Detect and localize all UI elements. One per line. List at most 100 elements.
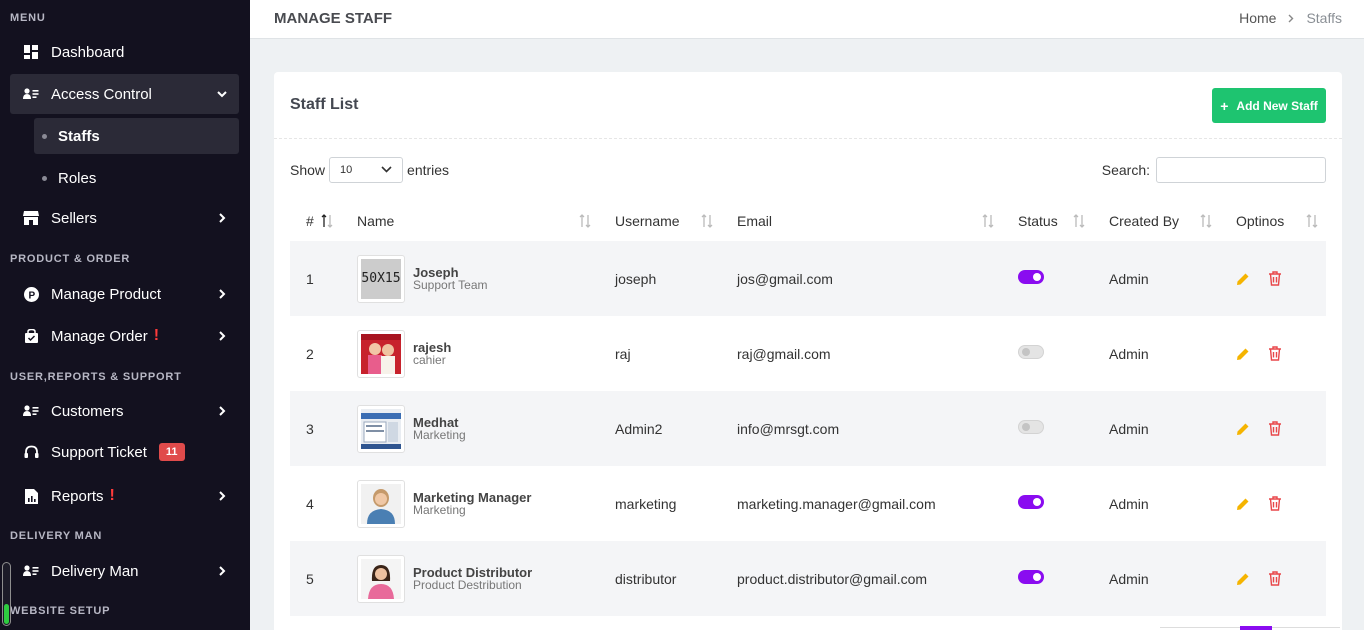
chevron-down-icon <box>381 164 392 176</box>
chevron-right-icon <box>215 211 229 225</box>
edit-pencil-icon[interactable] <box>1236 572 1250 586</box>
delete-trash-icon[interactable] <box>1268 421 1282 436</box>
staff-username: distributor <box>599 541 721 616</box>
staff-role: Marketing <box>413 427 466 442</box>
created-by: Admin <box>1093 391 1220 466</box>
edit-pencil-icon[interactable] <box>1236 422 1250 436</box>
sidebar-item-support-ticket[interactable]: Support Ticket 11 <box>10 432 239 472</box>
status-toggle[interactable] <box>1018 270 1044 284</box>
sidebar-item-label: Customers <box>51 402 124 420</box>
staff-avatar <box>357 329 405 378</box>
breadcrumb-current: Staffs <box>1306 10 1342 26</box>
sidebar-item-label: Delivery Man <box>51 562 139 580</box>
sidebar-item-customers[interactable]: Customers <box>10 391 239 431</box>
order-bag-icon <box>23 328 39 344</box>
row-number: 1 <box>290 241 341 316</box>
headset-icon <box>23 444 39 460</box>
bullet-icon <box>42 133 47 139</box>
show-label: Show <box>290 162 326 178</box>
add-new-staff-button[interactable]: + Add New Staff <box>1212 88 1326 123</box>
search-input[interactable] <box>1156 157 1326 183</box>
chevron-right-icon <box>215 287 229 301</box>
sidebar: MENU Dashboard Access Control Staffs Rol… <box>0 0 250 630</box>
dashboard-icon <box>23 44 39 60</box>
chevron-down-icon <box>215 87 229 101</box>
scrollbar-thumb[interactable] <box>4 604 9 624</box>
edit-pencil-icon[interactable] <box>1236 497 1250 511</box>
sidebar-heading-website: WEBSITE SETUP <box>10 605 111 617</box>
column-header-status[interactable]: Status <box>1002 201 1093 241</box>
edit-pencil-icon[interactable] <box>1236 272 1250 286</box>
staff-avatar <box>357 554 405 603</box>
sidebar-item-manage-product[interactable]: P Manage Product <box>10 274 239 314</box>
table-controls: Show 10 entries Search: <box>290 156 1326 184</box>
top-bar: MANAGE STAFF Home Staffs <box>250 0 1364 39</box>
sort-icon <box>1073 214 1085 228</box>
sidebar-item-sellers[interactable]: Sellers <box>10 198 239 238</box>
sidebar-item-manage-order[interactable]: Manage Order ! <box>10 316 239 356</box>
sort-icon <box>982 214 994 228</box>
column-header-name[interactable]: Name <box>341 201 599 241</box>
delete-trash-icon[interactable] <box>1268 271 1282 286</box>
sidebar-subitem-label: Roles <box>58 169 97 187</box>
staff-name: Joseph <box>413 264 459 280</box>
sort-icon <box>1306 214 1318 228</box>
row-number: 4 <box>306 495 314 512</box>
sidebar-item-label: Manage Order <box>51 327 148 345</box>
store-icon <box>23 210 39 226</box>
staff-avatar: 50X15 <box>357 254 405 303</box>
table-row: 4 Marketing Manager Marketing marketing m… <box>290 466 1326 541</box>
chevron-right-icon <box>215 329 229 343</box>
column-header-username[interactable]: Username <box>599 201 721 241</box>
sidebar-subitem-roles[interactable]: Roles <box>34 160 239 196</box>
delete-trash-icon[interactable] <box>1268 571 1282 586</box>
staff-username: Admin2 <box>599 391 721 466</box>
status-toggle[interactable] <box>1018 495 1044 509</box>
staff-role: Support Team <box>413 277 488 292</box>
edit-pencil-icon[interactable] <box>1236 347 1250 361</box>
created-by: Admin <box>1109 495 1149 512</box>
sidebar-scrollbar[interactable] <box>2 562 11 626</box>
column-header-number[interactable]: # <box>290 201 341 241</box>
delete-trash-icon[interactable] <box>1268 496 1282 511</box>
chevron-right-icon <box>215 489 229 503</box>
sort-icon <box>701 214 713 228</box>
column-header-email[interactable]: Email <box>721 201 1002 241</box>
sidebar-heading-user-reports: USER,REPORTS & SUPPORT <box>10 371 182 383</box>
status-toggle[interactable] <box>1018 420 1044 434</box>
sidebar-item-label: Reports <box>51 487 104 505</box>
status-toggle[interactable] <box>1018 345 1044 359</box>
created-by: Admin <box>1109 345 1149 362</box>
breadcrumb: Home Staffs <box>1239 10 1342 26</box>
status-toggle[interactable] <box>1018 570 1044 584</box>
staff-email: marketing.manager@gmail.com <box>737 495 936 512</box>
sidebar-item-reports[interactable]: Reports ! <box>10 476 239 516</box>
staff-username: raj <box>615 345 631 362</box>
delete-trash-icon[interactable] <box>1268 346 1282 361</box>
staff-email: raj@gmail.com <box>737 345 831 362</box>
sidebar-item-access-control[interactable]: Access Control <box>10 74 239 114</box>
column-header-options[interactable]: Optinos <box>1220 201 1326 241</box>
entries-select[interactable]: 10 <box>329 157 404 183</box>
sort-ascending-icon <box>321 214 333 228</box>
sidebar-subitem-staffs[interactable]: Staffs <box>34 118 239 154</box>
row-number: 5 <box>290 541 341 616</box>
product-icon: P <box>23 286 39 302</box>
staff-list-card: Staff List + Add New Staff Show 10 entri… <box>274 72 1342 630</box>
staff-role: cahier <box>413 352 446 367</box>
breadcrumb-home-link[interactable]: Home <box>1239 10 1276 26</box>
staff-username: joseph <box>599 241 721 316</box>
staff-username: marketing <box>615 495 677 512</box>
column-header-created-by[interactable]: Created By <box>1093 201 1220 241</box>
user-list-icon <box>23 86 39 102</box>
sidebar-item-delivery-man[interactable]: Delivery Man <box>10 551 239 591</box>
sidebar-subitem-label: Staffs <box>58 127 100 145</box>
staff-email: product.distributor@gmail.com <box>721 541 1002 616</box>
created-by: Admin <box>1093 541 1220 616</box>
card-title: Staff List <box>290 96 359 113</box>
avatar-placeholder-text: 50X15 <box>361 258 401 299</box>
sidebar-heading-product-order: PRODUCT & ORDER <box>10 253 131 265</box>
created-by: Admin <box>1093 241 1220 316</box>
pagination-active-page[interactable] <box>1240 626 1272 630</box>
sidebar-item-dashboard[interactable]: Dashboard <box>10 32 239 72</box>
